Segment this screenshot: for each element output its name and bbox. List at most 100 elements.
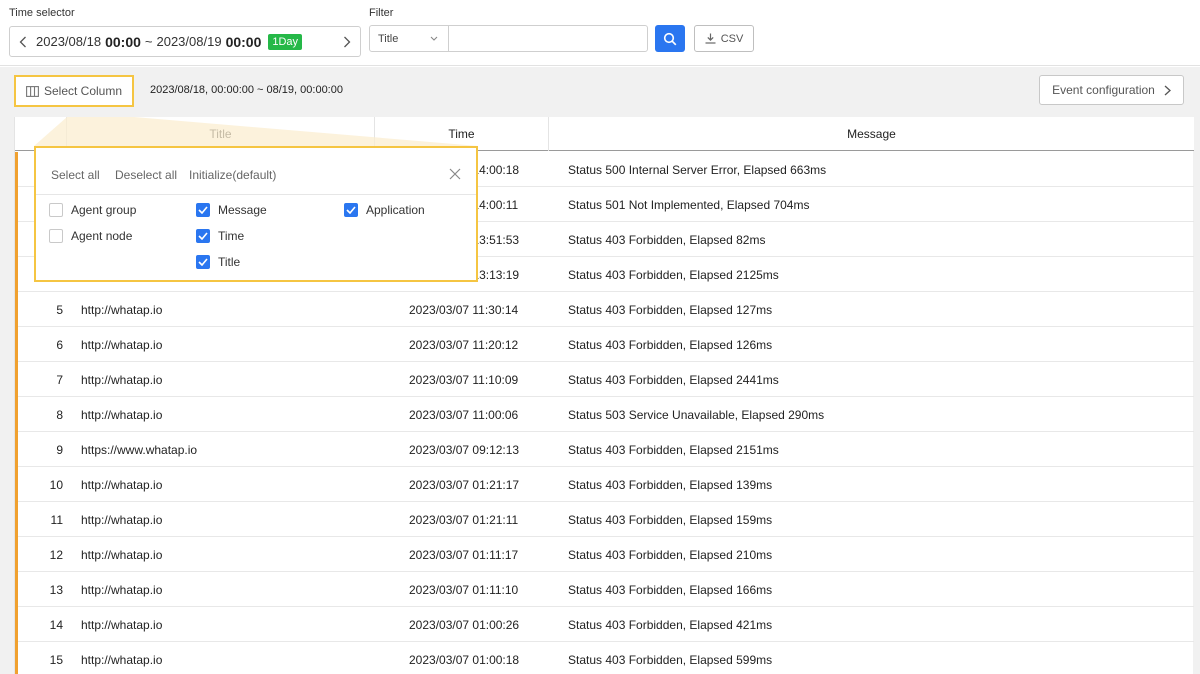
columns-icon (26, 85, 39, 97)
checkmark-icon (198, 258, 208, 266)
option-label: Title (218, 255, 241, 269)
table-row[interactable]: 15 http://whatap.io 2023/03/07 01:00:18 Sta… (15, 642, 1194, 674)
checkmark-icon (346, 206, 356, 214)
row-index: 7 (56, 372, 63, 387)
row-index: 5 (56, 302, 63, 317)
column-option-agent-node[interactable]: Agent node (49, 229, 132, 243)
checkbox[interactable] (344, 203, 358, 217)
row-message: Status 403 Forbidden, Elapsed 210ms (568, 547, 773, 562)
row-title: http://whatap.io (81, 407, 163, 422)
row-title: http://whatap.io (81, 652, 163, 667)
select-all-link[interactable]: Select all (51, 168, 100, 182)
deselect-all-link[interactable]: Deselect all (115, 168, 177, 182)
column-option-time[interactable]: Time (196, 229, 244, 243)
row-time: 2023/03/07 01:00:26 (409, 617, 520, 632)
search-button[interactable] (655, 25, 685, 52)
checkbox[interactable] (49, 203, 63, 217)
row-index: 6 (56, 337, 63, 352)
row-message: Status 403 Forbidden, Elapsed 421ms (568, 617, 773, 632)
row-title: http://whatap.io (81, 547, 163, 562)
checkbox[interactable] (196, 203, 210, 217)
table-row[interactable]: 7 http://whatap.io 2023/03/07 11:10:09 Stat… (15, 362, 1194, 397)
row-message: Status 501 Not Implemented, Elapsed 704m… (568, 197, 810, 212)
csv-download-button[interactable]: CSV (694, 25, 754, 52)
column-option-agent-group[interactable]: Agent group (49, 203, 136, 217)
row-time: 2023/03/07 11:20:12 (409, 337, 519, 352)
option-label: Message (218, 203, 267, 217)
row-message: Status 403 Forbidden, Elapsed 599ms (568, 652, 773, 667)
row-index: 10 (49, 477, 63, 492)
select-column-popup: Select all Deselect all Initialize(defau… (34, 146, 478, 282)
search-icon (663, 32, 677, 45)
checkbox[interactable] (49, 229, 63, 243)
chevron-right-icon (1164, 85, 1171, 95)
checkbox[interactable] (196, 229, 210, 243)
option-label: Application (366, 203, 425, 217)
row-title: http://whatap.io (81, 302, 163, 317)
row-time: 2023/03/07 01:11:10 (409, 582, 519, 597)
duration-badge[interactable]: 1Day (268, 33, 303, 50)
row-index: 12 (49, 547, 63, 562)
table-row[interactable]: 11 http://whatap.io 2023/03/07 01:21:11 Sta… (15, 502, 1194, 537)
table-row[interactable]: 8 http://whatap.io 2023/03/07 11:00:06 Stat… (15, 397, 1194, 432)
csv-label: CSV (720, 32, 744, 45)
range-separator: ~ (144, 34, 153, 49)
column-option-title[interactable]: Title (196, 255, 240, 269)
row-message: Status 403 Forbidden, Elapsed 2151ms (568, 442, 779, 457)
table-row[interactable]: 12 http://whatap.io 2023/03/07 01:11:17 Sta… (15, 537, 1194, 572)
filter-field-select[interactable]: Title (369, 25, 449, 52)
start-time: 00:00 (105, 33, 141, 50)
prev-range-button[interactable] (10, 27, 36, 56)
row-time: 2023/03/07 01:00:18 (409, 652, 520, 667)
chevron-down-icon (430, 36, 438, 41)
row-title: http://whatap.io (81, 337, 163, 352)
time-range-display[interactable]: 2023/08/18 00:00 ~ 2023/08/19 00:00 1Day (36, 33, 303, 50)
download-icon (705, 33, 716, 44)
table-row[interactable]: 9 https://www.whatap.io 2023/03/07 09:12:1… (15, 432, 1194, 467)
row-message: Status 403 Forbidden, Elapsed 159ms (568, 512, 773, 527)
table-row[interactable]: 10 http://whatap.io 2023/03/07 01:21:17 Sta… (15, 467, 1194, 502)
table-row[interactable]: 14 http://whatap.io 2023/03/07 01:00:26 Sta… (15, 607, 1194, 642)
option-label: Time (218, 229, 245, 243)
filter-input[interactable] (448, 25, 648, 52)
row-message: Status 403 Forbidden, Elapsed 126ms (568, 337, 773, 352)
row-message: Status 503 Service Unavailable, Elapsed … (568, 407, 825, 422)
row-index: 9 (56, 442, 63, 457)
column-option-message[interactable]: Message (196, 203, 267, 217)
table-row[interactable]: 13 http://whatap.io 2023/03/07 01:11:10 Sta… (15, 572, 1194, 607)
row-title: http://whatap.io (81, 372, 163, 387)
table-row[interactable]: 6 http://whatap.io 2023/03/07 11:20:12 Stat… (15, 327, 1194, 362)
row-title: http://whatap.io (81, 617, 163, 632)
close-icon[interactable] (449, 168, 461, 180)
row-index: 14 (49, 617, 63, 632)
column-option-application[interactable]: Application (344, 203, 425, 217)
initialize-default-link[interactable]: Initialize(default) (189, 168, 276, 182)
checkbox[interactable] (196, 255, 210, 269)
time-selector[interactable]: 2023/08/18 00:00 ~ 2023/08/19 00:00 1Day (9, 26, 361, 57)
chevron-left-icon (19, 36, 26, 47)
select-column-label: Select Column (43, 84, 123, 98)
row-message: Status 403 Forbidden, Elapsed 139ms (568, 477, 773, 492)
option-label: Agent group (71, 203, 137, 217)
row-time: 2023/03/07 01:21:17 (409, 477, 520, 492)
event-configuration-button[interactable]: Event configuration (1039, 75, 1184, 105)
filter-label: Filter (369, 7, 394, 19)
row-index: 11 (50, 512, 63, 527)
popup-header: Select all Deselect all Initialize(defau… (36, 148, 476, 195)
checkmark-icon (198, 206, 208, 214)
row-message: Status 403 Forbidden, Elapsed 2441ms (568, 372, 779, 387)
event-configuration-label: Event configuration (1052, 83, 1155, 97)
option-label: Agent node (71, 229, 133, 243)
row-title: http://whatap.io (81, 512, 163, 527)
next-range-button[interactable] (334, 27, 360, 56)
range-summary: 2023/08/18, 00:00:00 ~ 08/19, 00:00:00 (150, 84, 343, 96)
row-message: Status 500 Internal Server Error, Elapse… (568, 162, 827, 177)
table-row[interactable]: 5 http://whatap.io 2023/03/07 11:30:14 Stat… (15, 292, 1194, 327)
top-toolbar: Time selector 2023/08/18 00:00 ~ 2023/08… (0, 0, 1200, 66)
chevron-right-icon (344, 36, 351, 47)
row-time: 2023/03/07 09:12:13 (409, 442, 520, 457)
column-header-message[interactable]: Message (549, 117, 1194, 151)
end-time: 00:00 (225, 33, 262, 50)
row-title: https://www.whatap.io (81, 442, 198, 457)
select-column-button[interactable]: Select Column (14, 75, 134, 107)
